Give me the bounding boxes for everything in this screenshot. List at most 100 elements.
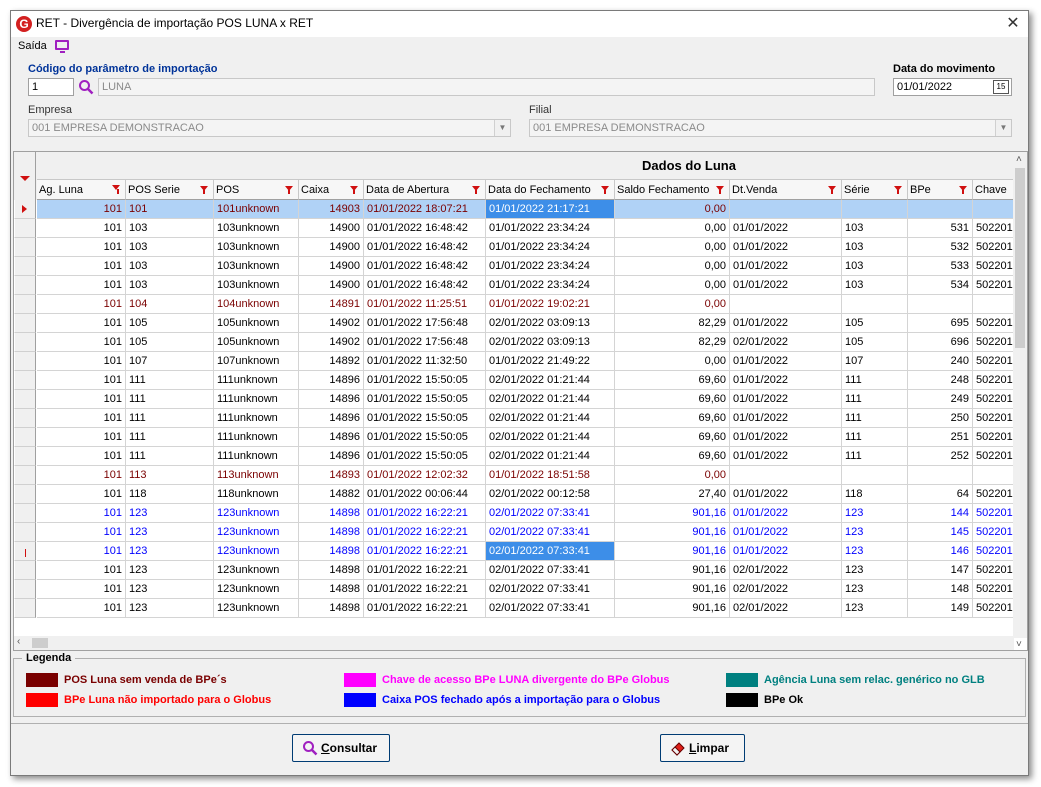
table-cell[interactable]: 101 xyxy=(37,542,126,561)
table-cell[interactable]: 901,16 xyxy=(615,580,730,599)
table-cell[interactable]: 502201 xyxy=(973,257,1018,276)
table-cell[interactable]: 01/01/2022 xyxy=(730,504,842,523)
table-cell[interactable]: 901,16 xyxy=(615,561,730,580)
table-cell[interactable]: 111unknown xyxy=(214,409,299,428)
table-cell[interactable]: 02/01/2022 07:33:41 xyxy=(486,580,615,599)
row-indicator[interactable] xyxy=(14,466,36,485)
table-cell[interactable]: 01/01/2022 16:48:42 xyxy=(364,219,486,238)
table-cell[interactable]: 14896 xyxy=(299,447,364,466)
table-cell[interactable]: 123unknown xyxy=(214,580,299,599)
table-cell[interactable]: 101 xyxy=(37,523,126,542)
table-cell[interactable]: 111 xyxy=(842,447,908,466)
table-row[interactable]: 101 103 103unknown 14900 01/01/2022 16:48:42… xyxy=(14,238,1018,257)
table-cell[interactable]: 01/01/2022 23:34:24 xyxy=(486,219,615,238)
table-cell[interactable]: 01/01/2022 xyxy=(730,542,842,561)
row-indicator[interactable] xyxy=(14,371,36,390)
table-row[interactable]: 101 123 123unknown 14898 01/01/2022 16:22:21… xyxy=(14,599,1018,618)
table-cell[interactable]: 01/01/2022 xyxy=(730,371,842,390)
row-indicator[interactable] xyxy=(14,257,36,276)
grid-corner-filter-icon[interactable] xyxy=(14,152,36,200)
table-cell[interactable]: 532 xyxy=(908,238,973,257)
table-row[interactable]: 101 105 105unknown 14902 01/01/2022 17:56:48… xyxy=(14,333,1018,352)
table-cell[interactable]: 695 xyxy=(908,314,973,333)
table-cell[interactable]: 0,00 xyxy=(615,276,730,295)
table-row[interactable]: 101 104 104unknown 14891 01/01/2022 11:25:51… xyxy=(14,295,1018,314)
table-cell[interactable]: 02/01/2022 07:33:41 xyxy=(486,504,615,523)
table-cell[interactable]: 105 xyxy=(126,333,214,352)
table-cell[interactable]: 111 xyxy=(126,390,214,409)
table-cell[interactable]: 14900 xyxy=(299,257,364,276)
table-cell[interactable]: 901,16 xyxy=(615,523,730,542)
table-cell[interactable]: 69,60 xyxy=(615,409,730,428)
limpar-button[interactable]: Limpar xyxy=(660,734,745,762)
table-cell[interactable]: 111 xyxy=(842,390,908,409)
table-cell[interactable] xyxy=(842,200,908,219)
table-cell[interactable]: 01/01/2022 23:34:24 xyxy=(486,257,615,276)
table-cell[interactable]: 252 xyxy=(908,447,973,466)
table-cell[interactable]: 502201 xyxy=(973,219,1018,238)
table-cell[interactable]: 01/01/2022 xyxy=(730,409,842,428)
table-cell[interactable]: 02/01/2022 07:33:41 xyxy=(486,599,615,618)
table-cell[interactable]: 01/01/2022 00:06:44 xyxy=(364,485,486,504)
table-cell[interactable]: 502201 xyxy=(973,390,1018,409)
close-button[interactable]: ✕ xyxy=(998,11,1028,37)
filter-icon[interactable] xyxy=(894,186,902,194)
table-cell[interactable]: 01/01/2022 16:48:42 xyxy=(364,238,486,257)
table-cell[interactable]: 101 xyxy=(37,238,126,257)
chevron-down-icon[interactable]: ▼ xyxy=(995,120,1011,136)
table-cell[interactable]: 01/01/2022 16:22:21 xyxy=(364,523,486,542)
table-cell[interactable]: 144 xyxy=(908,504,973,523)
calendar-icon[interactable]: 15 xyxy=(993,80,1009,94)
table-cell[interactable] xyxy=(908,200,973,219)
table-cell[interactable]: 69,60 xyxy=(615,390,730,409)
table-cell[interactable]: 01/01/2022 xyxy=(730,257,842,276)
table-cell[interactable]: 101 xyxy=(37,447,126,466)
filter-icon[interactable] xyxy=(828,186,836,194)
row-indicator[interactable] xyxy=(14,238,36,257)
column-header[interactable]: POS xyxy=(214,179,299,200)
table-row[interactable]: 101 111 111unknown 14896 01/01/2022 15:50:05… xyxy=(14,447,1018,466)
table-cell[interactable]: 101 xyxy=(37,371,126,390)
table-cell[interactable]: 01/01/2022 xyxy=(730,314,842,333)
table-cell[interactable]: 103 xyxy=(126,257,214,276)
table-cell[interactable]: 69,60 xyxy=(615,447,730,466)
table-cell[interactable]: 101 xyxy=(126,200,214,219)
table-cell[interactable]: 696 xyxy=(908,333,973,352)
column-header[interactable]: Saldo Fechamento xyxy=(615,179,730,200)
table-cell[interactable]: 01/01/2022 15:50:05 xyxy=(364,428,486,447)
sort-filter-icon[interactable] xyxy=(112,185,120,195)
table-cell[interactable]: 101 xyxy=(37,390,126,409)
table-cell[interactable]: 01/01/2022 21:17:21 xyxy=(486,200,615,219)
table-cell[interactable]: 123unknown xyxy=(214,523,299,542)
column-header[interactable]: Ag. Luna xyxy=(37,179,126,200)
table-cell[interactable]: 101 xyxy=(37,219,126,238)
row-indicator[interactable] xyxy=(14,276,36,295)
table-cell[interactable]: 248 xyxy=(908,371,973,390)
table-cell[interactable]: 02/01/2022 07:33:41 xyxy=(486,523,615,542)
table-cell[interactable] xyxy=(842,466,908,485)
column-header[interactable]: BPe xyxy=(908,179,973,200)
table-cell[interactable] xyxy=(973,200,1018,219)
table-cell[interactable]: 14893 xyxy=(299,466,364,485)
table-cell[interactable]: 502201 xyxy=(973,352,1018,371)
scroll-left-icon[interactable]: ‹ xyxy=(17,636,20,647)
table-cell[interactable]: 113 xyxy=(126,466,214,485)
table-row[interactable]: 101 123 123unknown 14898 01/01/2022 16:22:21… xyxy=(14,580,1018,599)
table-cell[interactable]: 01/01/2022 15:50:05 xyxy=(364,409,486,428)
table-cell[interactable]: 14898 xyxy=(299,580,364,599)
table-cell[interactable]: 145 xyxy=(908,523,973,542)
table-row[interactable]: 101 107 107unknown 14892 01/01/2022 11:32:50… xyxy=(14,352,1018,371)
table-cell[interactable]: 0,00 xyxy=(615,352,730,371)
table-cell[interactable]: 502201 xyxy=(973,580,1018,599)
table-cell[interactable]: 103 xyxy=(842,276,908,295)
table-cell[interactable]: 502201 xyxy=(973,485,1018,504)
table-cell[interactable]: 103 xyxy=(842,219,908,238)
table-cell[interactable]: 101 xyxy=(37,561,126,580)
column-header[interactable]: Data de Abertura xyxy=(364,179,486,200)
table-cell[interactable]: 123unknown xyxy=(214,561,299,580)
table-cell[interactable]: 01/01/2022 21:49:22 xyxy=(486,352,615,371)
table-cell[interactable]: 101 xyxy=(37,466,126,485)
table-cell[interactable]: 103unknown xyxy=(214,276,299,295)
table-cell[interactable]: 0,00 xyxy=(615,295,730,314)
table-cell[interactable]: 502201 xyxy=(973,599,1018,618)
